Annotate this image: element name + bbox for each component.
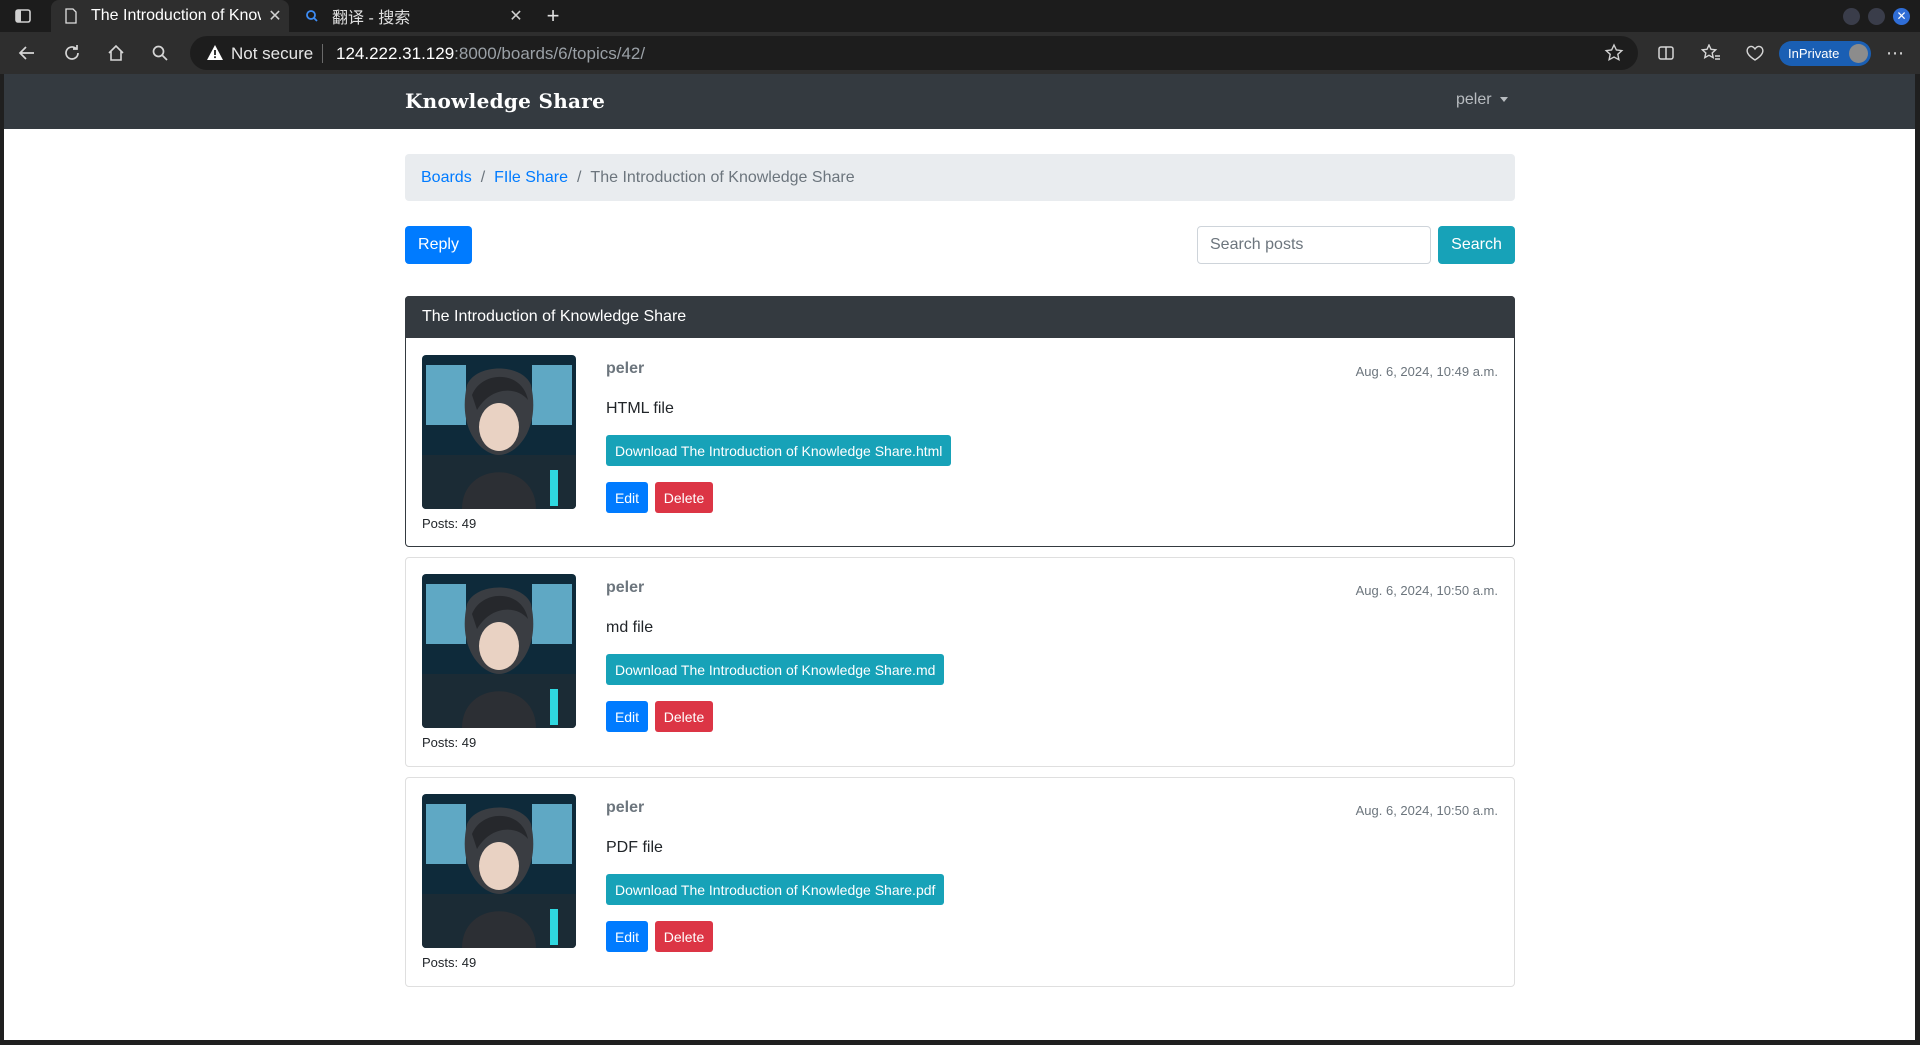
page-viewport: Knowledge Share peler Boards / FIle Shar… (4, 74, 1915, 1040)
post-message: md file (606, 619, 654, 636)
url-host: 124.222.31.129 (336, 44, 455, 63)
post-card: Posts: 49 peler Aug. 6, 2024, 10:50 a.m.… (405, 557, 1515, 767)
new-tab-icon[interactable]: + (541, 4, 565, 28)
back-icon[interactable] (15, 41, 39, 65)
post-author: peler (606, 360, 645, 377)
inprivate-badge[interactable]: InPrivate (1779, 41, 1871, 66)
search-icon[interactable] (148, 41, 172, 65)
site-navbar: Knowledge Share peler (4, 74, 1915, 129)
split-screen-icon[interactable] (1654, 41, 1678, 65)
user-avatar (422, 794, 576, 948)
favorites-icon[interactable] (1699, 41, 1723, 65)
breadcrumb-link-board[interactable]: FIle Share (494, 169, 568, 187)
user-avatar (422, 574, 576, 728)
close-icon[interactable]: ✕ (261, 6, 289, 26)
favorite-star-icon[interactable] (1604, 43, 1624, 63)
post-message: HTML file (606, 400, 674, 417)
inprivate-label: InPrivate (1788, 46, 1840, 61)
address-bar[interactable]: Not secure 124.222.31.129:8000/boards/6/… (190, 36, 1638, 70)
home-icon[interactable] (104, 41, 128, 65)
caret-down-icon (1499, 97, 1508, 103)
tab-title: The Introduction of Knowl (91, 7, 261, 24)
user-dropdown[interactable]: peler (1456, 91, 1508, 109)
username: peler (1456, 91, 1492, 108)
post-author: peler (606, 579, 645, 596)
download-button[interactable]: Download The Introduction of Knowledge S… (606, 654, 945, 685)
delete-button[interactable]: Delete (655, 701, 713, 732)
window-controls: ✕ (1843, 8, 1910, 25)
breadcrumb-separator: / (576, 168, 582, 186)
reply-button[interactable]: Reply (405, 226, 472, 264)
post-card: Posts: 49 peler Aug. 6, 2024, 10:50 a.m.… (405, 777, 1515, 987)
search-input[interactable] (1197, 226, 1431, 264)
divider (322, 44, 323, 63)
browser-essentials-icon[interactable] (1743, 41, 1767, 65)
post-card: The Introduction of Knowledge Share Post… (405, 296, 1515, 547)
breadcrumb-link-boards[interactable]: Boards (421, 169, 472, 187)
post-date: Aug. 6, 2024, 10:50 a.m. (1355, 803, 1498, 818)
security-label[interactable]: Not secure (231, 44, 313, 64)
topic-title: The Introduction of Knowledge Share (405, 296, 1515, 338)
close-icon[interactable]: ✕ (502, 6, 530, 26)
tab-actions-icon[interactable] (14, 7, 32, 25)
delete-button[interactable]: Delete (655, 482, 713, 513)
search-favicon-icon (304, 8, 320, 24)
posts-count: Posts: 49 (422, 955, 477, 970)
browser-tab-inactive[interactable]: 翻译 - 搜索 ✕ (292, 0, 530, 32)
breadcrumb-separator: / (480, 168, 486, 186)
posts-count: Posts: 49 (422, 516, 477, 531)
refresh-icon[interactable] (60, 41, 84, 65)
post-author: peler (606, 799, 645, 816)
download-button[interactable]: Download The Introduction of Knowledge S… (606, 435, 952, 466)
url-path: :8000/boards/6/topics/42/ (454, 44, 646, 63)
delete-button[interactable]: Delete (655, 921, 713, 952)
tab-title: 翻译 - 搜索 (332, 10, 411, 27)
post-date: Aug. 6, 2024, 10:49 a.m. (1355, 364, 1498, 379)
warning-icon[interactable] (206, 44, 224, 62)
posts-count: Posts: 49 (422, 735, 477, 750)
edit-button[interactable]: Edit (606, 921, 648, 952)
more-options-icon[interactable]: ⋯ (1883, 41, 1907, 65)
site-brand[interactable]: Knowledge Share (405, 89, 605, 113)
post-message: PDF file (606, 839, 663, 856)
profile-avatar (1849, 44, 1868, 63)
breadcrumb-current: The Introduction of Knowledge Share (590, 168, 855, 186)
search-button[interactable]: Search (1438, 226, 1515, 264)
download-button[interactable]: Download The Introduction of Knowledge S… (606, 874, 945, 905)
edit-button[interactable]: Edit (606, 701, 648, 732)
post-date: Aug. 6, 2024, 10:50 a.m. (1355, 583, 1498, 598)
page-icon (63, 8, 79, 24)
url-text[interactable]: 124.222.31.129:8000/boards/6/topics/42/ (336, 44, 645, 64)
breadcrumb: Boards / FIle Share / The Introduction o… (405, 154, 1515, 201)
browser-toolbar: Not secure 124.222.31.129:8000/boards/6/… (0, 32, 1920, 74)
minimize-icon[interactable] (1843, 8, 1860, 25)
edit-button[interactable]: Edit (606, 482, 648, 513)
browser-tab-strip: The Introduction of Knowl ✕ 翻译 - 搜索 ✕ + … (0, 0, 1920, 32)
maximize-icon[interactable] (1868, 8, 1885, 25)
browser-tab-active[interactable]: The Introduction of Knowl ✕ (51, 0, 289, 32)
window-close-icon[interactable]: ✕ (1893, 8, 1910, 25)
user-avatar (422, 355, 576, 509)
